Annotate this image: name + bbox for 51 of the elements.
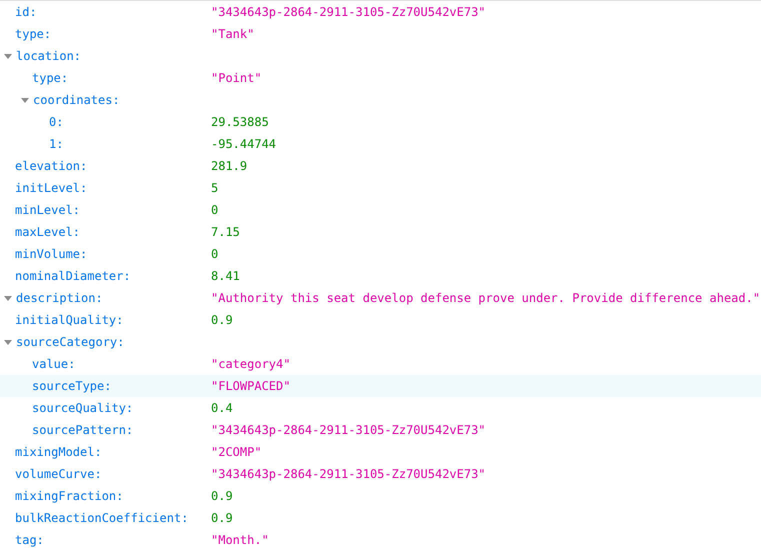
property-key: elevation:: [15, 159, 88, 173]
property-key: maxLevel:: [15, 225, 80, 239]
property-value: "Point": [211, 71, 262, 85]
property-value: "3434643p-2864-2911-3105-Zz70U542vE73": [211, 423, 486, 437]
property-value: "Authority this seat develop defense prove under. Provide difference ahead.": [211, 291, 760, 305]
property-key: volumeCurve:: [15, 467, 102, 481]
expand-triangle-icon[interactable]: [3, 51, 13, 61]
property-value: 29.53885: [211, 115, 269, 129]
property-key: tag:: [15, 533, 44, 547]
property-key: minVolume:: [15, 247, 88, 261]
property-value: 0.9: [211, 313, 233, 327]
property-key: sourceQuality:: [32, 401, 134, 415]
property-key: sourceType:: [32, 379, 112, 393]
property-value: 0: [211, 247, 218, 261]
property-key: nominalDiameter:: [15, 269, 131, 283]
property-key: description:: [16, 291, 103, 305]
property-value: "Tank": [211, 27, 254, 41]
property-key: 1:: [49, 137, 64, 151]
property-key: bulkReactionCoefficient:: [15, 511, 188, 525]
expand-triangle-icon[interactable]: [20, 95, 30, 105]
property-value: "3434643p-2864-2911-3105-Zz70U542vE73": [211, 467, 486, 481]
property-key: mixingFraction:: [15, 489, 124, 503]
property-value: 7.15: [211, 225, 240, 239]
expand-triangle-icon[interactable]: [3, 337, 13, 347]
property-value: 0: [211, 203, 218, 217]
property-key: minLevel:: [15, 203, 80, 217]
property-key: sourcePattern:: [32, 423, 134, 437]
property-value: 0.9: [211, 489, 233, 503]
property-value: "category4": [211, 357, 290, 371]
property-key: coordinates:: [33, 93, 120, 107]
property-value: -95.44744: [211, 137, 276, 151]
property-key: 0:: [49, 115, 64, 129]
property-value: "2COMP": [211, 445, 262, 459]
property-key: sourceCategory:: [16, 335, 124, 349]
property-key: id:: [15, 5, 37, 19]
property-value: 0.9: [211, 511, 233, 525]
property-value: 8.41: [211, 269, 240, 283]
expand-triangle-icon[interactable]: [3, 293, 13, 303]
property-value: "3434643p-2864-2911-3105-Zz70U542vE73": [211, 5, 486, 19]
property-value: 281.9: [211, 159, 248, 173]
property-key: initLevel:: [15, 181, 88, 195]
property-key: type:: [15, 27, 52, 41]
property-value: "FLOWPACED": [211, 379, 290, 393]
property-value: 5: [211, 181, 218, 195]
property-key: type:: [32, 71, 68, 85]
property-value: "Month.": [211, 533, 269, 547]
property-key: location:: [16, 49, 82, 63]
property-key: initialQuality:: [15, 313, 124, 327]
property-key: mixingModel:: [15, 445, 102, 459]
property-value: 0.4: [211, 401, 233, 415]
property-key: value:: [32, 357, 76, 371]
